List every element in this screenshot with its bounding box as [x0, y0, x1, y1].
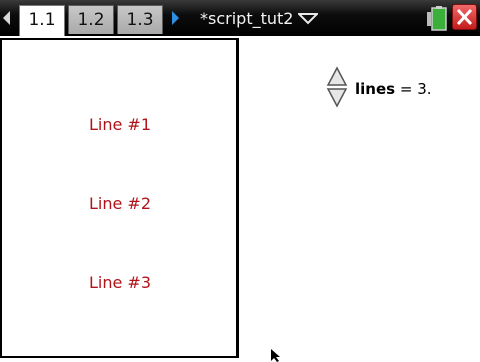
- line-label-3: Line #3: [88, 273, 151, 292]
- right-arrow-icon[interactable]: [172, 11, 179, 25]
- tab-label: 1.3: [126, 10, 154, 30]
- left-arrow-icon[interactable]: [3, 11, 10, 25]
- slider-updown-icon[interactable]: [326, 66, 348, 108]
- tab-1-1[interactable]: 1.1: [19, 5, 65, 36]
- battery-icon: [427, 6, 447, 31]
- tab-1-3[interactable]: 1.3: [117, 5, 163, 34]
- close-button[interactable]: [452, 4, 477, 30]
- variable-name: lines: [355, 80, 396, 98]
- line-label-2: Line #2: [88, 194, 151, 213]
- chevron-down-icon[interactable]: [298, 13, 318, 25]
- tab-label: 1.1: [28, 10, 56, 30]
- tab-1-2[interactable]: 1.2: [68, 5, 114, 34]
- variable-display: lines = 3.: [355, 80, 432, 98]
- top-toolbar: 1.1 1.2 1.3 *script_tut2: [0, 0, 480, 36]
- tab-label: 1.2: [77, 10, 105, 30]
- line-label-1: Line #1: [88, 115, 151, 134]
- script-canvas-pane[interactable]: Line #1 Line #2 Line #3: [0, 38, 239, 358]
- close-icon: [456, 8, 473, 26]
- variable-value[interactable]: 3.: [417, 80, 431, 98]
- document-title[interactable]: *script_tut2: [200, 8, 293, 30]
- equals-sign: =: [399, 80, 413, 98]
